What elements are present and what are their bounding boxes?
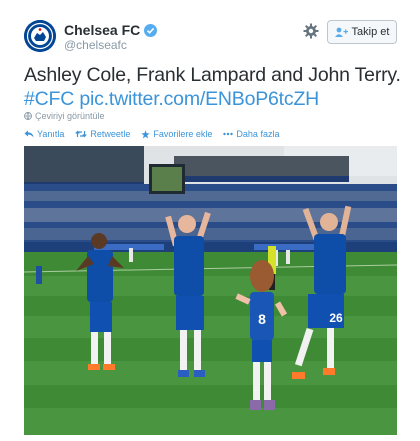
gear-icon[interactable] (303, 23, 319, 39)
more-icon (223, 132, 234, 136)
star-icon (141, 129, 151, 138)
screen-name[interactable]: @chelseafc (64, 38, 127, 52)
media-link[interactable]: pic.twitter.com/ENBoP6tcZH (79, 88, 319, 110)
add-user-icon (334, 27, 348, 37)
reply-icon (24, 130, 34, 138)
tweet-body: Ashley Cole, Frank Lampard and John Terr… (24, 64, 401, 86)
translate-link[interactable]: Çeviriyi görüntüle (24, 111, 105, 121)
reply-button[interactable]: Yanıtla (24, 129, 64, 139)
stadium-photo: 8 26 (24, 146, 397, 435)
name-row: Chelsea FC (64, 22, 158, 38)
follow-button[interactable]: Takip et (327, 20, 397, 44)
favorite-label: Favorilere ekle (153, 129, 213, 139)
retweet-icon (75, 130, 88, 138)
favorite-button[interactable]: Favorilere ekle (141, 129, 212, 139)
follow-label: Takip et (351, 26, 390, 38)
more-label: Daha fazla (236, 129, 280, 139)
reply-label: Yanıtla (37, 129, 65, 139)
display-name[interactable]: Chelsea FC (64, 22, 140, 38)
tweet-photo[interactable]: 8 26 (24, 146, 397, 435)
retweet-label: Retweetle (90, 129, 131, 139)
retweet-button[interactable]: Retweetle (75, 129, 130, 139)
hashtag-link[interactable]: #CFC (24, 88, 74, 110)
tweet-header: Chelsea FC @chelseafc Takip et (24, 20, 402, 52)
shirt-number-terry: 26 (329, 311, 343, 325)
shirt-number-girl: 8 (258, 311, 266, 327)
verified-badge-icon (144, 23, 158, 37)
more-button[interactable]: Daha fazla (223, 129, 279, 139)
tweet-text: Ashley Cole, Frank Lampard and John Terr… (24, 63, 404, 111)
globe-icon (24, 112, 32, 120)
tweet-actions: Yanıtla Retweetle Favorilere ekle Daha f… (24, 129, 290, 139)
chelsea-crest-icon[interactable] (24, 20, 56, 52)
translate-label: Çeviriyi görüntüle (35, 111, 105, 121)
